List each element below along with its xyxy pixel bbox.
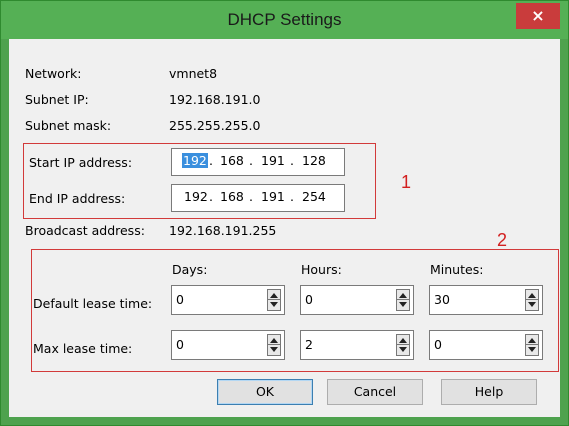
- minutes-header: Minutes:: [430, 262, 484, 277]
- max-lease-minutes-stepper[interactable]: 0: [429, 330, 543, 360]
- end-ip-label: End IP address:: [29, 191, 126, 206]
- spin-up-icon[interactable]: [399, 293, 407, 298]
- annotation-number-2: 2: [497, 230, 508, 250]
- default-lease-minutes-stepper[interactable]: 30: [429, 285, 543, 315]
- help-button[interactable]: Help: [441, 379, 537, 405]
- default-lease-label: Default lease time:: [33, 296, 153, 311]
- default-lease-days-value[interactable]: 0: [176, 292, 184, 307]
- end-ip-octet-2[interactable]: 168: [220, 189, 244, 204]
- spin-divider: [526, 344, 538, 345]
- end-ip-field[interactable]: 192 . 168 . 191 . 254: [171, 184, 345, 212]
- annotation-number-1: 1: [401, 172, 412, 192]
- subnet-mask-label: Subnet mask:: [25, 118, 112, 133]
- spin-buttons[interactable]: [267, 289, 281, 311]
- default-lease-minutes-value[interactable]: 30: [434, 292, 450, 307]
- start-ip-field[interactable]: 192 . 168 . 191 . 128: [171, 148, 345, 176]
- end-ip-dot: .: [249, 189, 253, 204]
- days-header: Days:: [172, 262, 208, 277]
- cancel-button[interactable]: Cancel: [327, 379, 423, 405]
- spin-divider: [268, 344, 280, 345]
- spin-down-icon[interactable]: [270, 302, 278, 307]
- start-ip-octet-2[interactable]: 168: [220, 153, 244, 168]
- spin-down-icon[interactable]: [399, 347, 407, 352]
- spin-divider: [397, 299, 409, 300]
- close-icon: ×: [531, 6, 545, 25]
- spin-down-icon[interactable]: [528, 347, 536, 352]
- max-lease-label: Max lease time:: [33, 341, 133, 356]
- start-ip-dot: .: [290, 153, 294, 168]
- start-ip-dot: .: [249, 153, 253, 168]
- hours-header: Hours:: [301, 262, 342, 277]
- close-button[interactable]: ×: [516, 3, 560, 29]
- end-ip-octet-3[interactable]: 191: [261, 189, 285, 204]
- spin-buttons[interactable]: [396, 289, 410, 311]
- start-ip-dot: .: [209, 153, 213, 168]
- ok-button[interactable]: OK: [217, 379, 313, 405]
- max-lease-hours-value[interactable]: 2: [305, 337, 313, 352]
- start-ip-octet-1[interactable]: 192: [182, 153, 208, 168]
- spin-up-icon[interactable]: [399, 338, 407, 343]
- spin-down-icon[interactable]: [399, 302, 407, 307]
- window-title: DHCP Settings: [227, 10, 342, 29]
- network-value: vmnet8: [169, 66, 218, 81]
- broadcast-value: 192.168.191.255: [169, 223, 277, 238]
- spin-buttons[interactable]: [525, 334, 539, 356]
- end-ip-dot: .: [209, 189, 213, 204]
- spin-up-icon[interactable]: [528, 338, 536, 343]
- default-lease-hours-stepper[interactable]: 0: [300, 285, 414, 315]
- spin-buttons[interactable]: [525, 289, 539, 311]
- spin-divider: [526, 299, 538, 300]
- start-ip-octet-4[interactable]: 128: [302, 153, 326, 168]
- end-ip-octet-1[interactable]: 192: [184, 189, 208, 204]
- subnet-ip-label: Subnet IP:: [25, 92, 89, 107]
- subnet-mask-value: 255.255.255.0: [169, 118, 261, 133]
- dialog-body: Network: vmnet8 Subnet IP: 192.168.191.0…: [9, 39, 560, 417]
- default-lease-days-stepper[interactable]: 0: [171, 285, 285, 315]
- max-lease-days-stepper[interactable]: 0: [171, 330, 285, 360]
- default-lease-hours-value[interactable]: 0: [305, 292, 313, 307]
- max-lease-hours-stepper[interactable]: 2: [300, 330, 414, 360]
- end-ip-octet-4[interactable]: 254: [302, 189, 326, 204]
- spin-up-icon[interactable]: [270, 293, 278, 298]
- max-lease-minutes-value[interactable]: 0: [434, 337, 442, 352]
- broadcast-label: Broadcast address:: [25, 223, 145, 238]
- spin-up-icon[interactable]: [528, 293, 536, 298]
- spin-up-icon[interactable]: [270, 338, 278, 343]
- network-label: Network:: [25, 66, 82, 81]
- title-bar[interactable]: DHCP Settings ×: [1, 1, 568, 39]
- spin-buttons[interactable]: [267, 334, 281, 356]
- spin-divider: [268, 299, 280, 300]
- end-ip-dot: .: [290, 189, 294, 204]
- start-ip-label: Start IP address:: [29, 155, 133, 170]
- spin-down-icon[interactable]: [528, 302, 536, 307]
- max-lease-days-value[interactable]: 0: [176, 337, 184, 352]
- dhcp-settings-window: DHCP Settings × Network: vmnet8 Subnet I…: [0, 0, 569, 426]
- spin-down-icon[interactable]: [270, 347, 278, 352]
- spin-buttons[interactable]: [396, 334, 410, 356]
- start-ip-octet-3[interactable]: 191: [261, 153, 285, 168]
- spin-divider: [397, 344, 409, 345]
- subnet-ip-value: 192.168.191.0: [169, 92, 261, 107]
